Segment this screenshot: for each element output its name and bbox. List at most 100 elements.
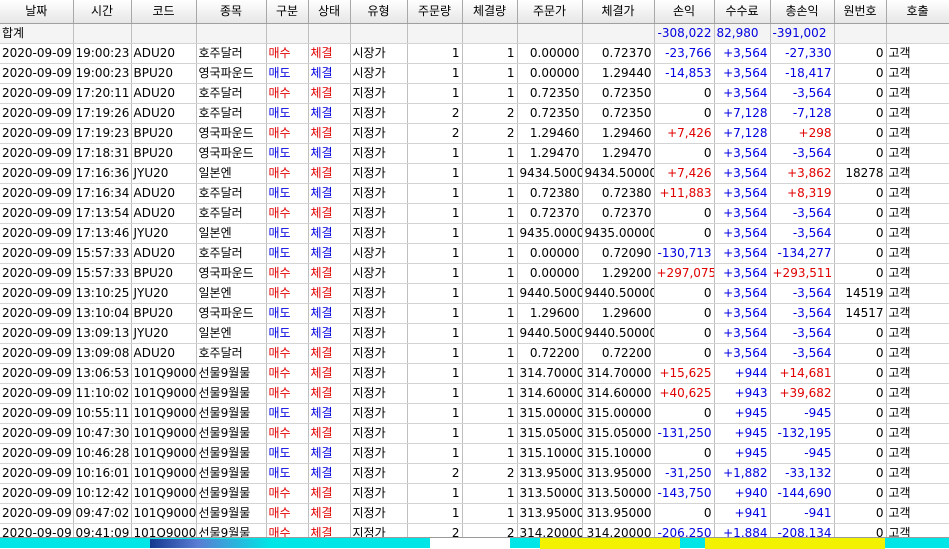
cell-order-price: 9435.00000 [517, 223, 583, 244]
col-item-header[interactable]: 종목 [196, 0, 267, 24]
col-type-header[interactable]: 유형 [350, 0, 408, 24]
cell-type: 지정가 [350, 303, 408, 324]
cell-date: 2020-09-09 [0, 343, 74, 364]
cell-pnl: +7,426 [654, 163, 715, 184]
table-row[interactable]: 2020-09-09 13:06:53 101Q9000 선물9월물 매수 체결 지정가 1 1… [0, 363, 949, 384]
cell-time: 17:13:54 [73, 203, 132, 224]
col-date-header[interactable]: 날짜 [0, 0, 74, 24]
cell-total-pnl: +39,682 [770, 383, 835, 404]
cell-pnl: -14,853 [654, 63, 715, 84]
cell-status: 체결 [308, 183, 351, 204]
summary-total: -391,002 [770, 23, 835, 44]
col-order-price-header[interactable]: 주문가 [517, 0, 583, 24]
table-row[interactable]: 2020-09-09 17:13:46 JYU20 일본엔 매도 체결 지정가 1 1 9435.… [0, 223, 949, 244]
cell-type: 지정가 [350, 163, 408, 184]
cell-status: 체결 [308, 383, 351, 404]
col-order-qty-header[interactable]: 주문량 [407, 0, 463, 24]
col-fee-header[interactable]: 수수료 [714, 0, 771, 24]
table-row[interactable]: 2020-09-09 10:47:30 101Q9000 선물9월물 매수 체결 지정가 1 1… [0, 423, 949, 444]
table-row[interactable]: 2020-09-09 15:57:33 BPU20 영국파운드 매수 체결 시장가 1 1 0.0… [0, 263, 949, 284]
cell-code: JYU20 [131, 283, 197, 304]
table-row[interactable]: 2020-09-09 17:16:34 ADU20 호주달러 매도 체결 지정가 1 1 0.72… [0, 183, 949, 204]
table-row[interactable]: 2020-09-09 13:10:25 JYU20 일본엔 매수 체결 지정가 1 1 9440.… [0, 283, 949, 304]
table-row[interactable]: 2020-09-09 13:09:08 ADU20 호주달러 매수 체결 지정가 1 1 0.72… [0, 343, 949, 364]
cell-item: 선물9월물 [196, 383, 267, 404]
cell-order-price: 313.50000 [517, 483, 583, 504]
cell-time: 17:18:31 [73, 143, 132, 164]
table-row[interactable]: 2020-09-09 17:20:11 ADU20 호주달러 매수 체결 지정가 1 1 0.72… [0, 83, 949, 104]
table-row[interactable]: 2020-09-09 13:09:13 JYU20 일본엔 매도 체결 지정가 1 1 9440.… [0, 323, 949, 344]
cell-order-price: 0.00000 [517, 263, 583, 284]
cell-fill-qty: 1 [462, 63, 518, 84]
cell-total-pnl: +293,511 [770, 263, 835, 284]
cell-status: 체결 [308, 223, 351, 244]
col-side-header[interactable]: 구분 [266, 0, 309, 24]
col-call-header[interactable]: 호출 [886, 0, 949, 24]
table-row[interactable]: 2020-09-09 10:12:42 101Q9000 선물9월물 매수 체결 지정가 1 1… [0, 483, 949, 504]
table-row[interactable]: 2020-09-09 11:10:02 101Q9000 선물9월물 매수 체결 지정가 1 1… [0, 383, 949, 404]
cell-fill-price: 1.29470 [582, 143, 655, 164]
cell-orig-no: 0 [834, 463, 887, 484]
col-fill-price-header[interactable]: 체결가 [582, 0, 655, 24]
cell-date: 2020-09-09 [0, 143, 74, 164]
cell-order-price: 315.05000 [517, 423, 583, 444]
cell-order-price: 314.60000 [517, 383, 583, 404]
table-row[interactable]: 2020-09-09 09:47:02 101Q9000 선물9월물 매수 체결 지정가 1 1… [0, 503, 949, 524]
table-row[interactable]: 2020-09-09 17:19:26 ADU20 호주달러 매도 체결 지정가 2 2 0.72… [0, 103, 949, 124]
cell-order-qty: 1 [407, 43, 463, 64]
cell-fill-qty: 1 [462, 383, 518, 404]
cell-orig-no: 18278 [834, 163, 887, 184]
table-row[interactable]: 2020-09-09 17:19:23 BPU20 영국파운드 매수 체결 지정가 2 2 1.2… [0, 123, 949, 144]
cell-type: 지정가 [350, 403, 408, 424]
table-row[interactable]: 2020-09-09 17:18:31 BPU20 영국파운드 매도 체결 지정가 1 1 1.2… [0, 143, 949, 164]
table-row[interactable]: 2020-09-09 19:00:23 ADU20 호주달러 매수 체결 시장가 1 1 0.00… [0, 43, 949, 64]
cell-side: 매수 [266, 123, 309, 144]
cell-orig-no: 0 [834, 203, 887, 224]
col-total-pnl-header[interactable]: 총손익 [770, 0, 835, 24]
table-row[interactable]: 2020-09-09 15:57:33 ADU20 호주달러 매도 체결 시장가 1 1 0.00… [0, 243, 949, 264]
cell-item: 일본엔 [196, 223, 267, 244]
cell-order-price: 0.72380 [517, 183, 583, 204]
table-row[interactable]: 2020-09-09 10:55:11 101Q9000 선물9월물 매도 체결 지정가 1 1… [0, 403, 949, 424]
cell-time: 17:19:26 [73, 103, 132, 124]
col-fill-qty-header[interactable]: 체결량 [462, 0, 518, 24]
cell-call: 고객 [886, 103, 949, 124]
cell-order-qty: 1 [407, 263, 463, 284]
cell-type: 지정가 [350, 503, 408, 524]
cell-orig-no: 0 [834, 323, 887, 344]
cell-date: 2020-09-09 [0, 503, 74, 524]
cell-call: 고객 [886, 503, 949, 524]
table-row[interactable]: 2020-09-09 17:13:54 ADU20 호주달러 매수 체결 지정가 1 1 0.72… [0, 203, 949, 224]
cell-side: 매도 [266, 183, 309, 204]
cell-time: 13:09:13 [73, 323, 132, 344]
cell-code: ADU20 [131, 83, 197, 104]
table-row[interactable]: 2020-09-09 13:10:04 BPU20 영국파운드 매도 체결 지정가 1 1 1.2… [0, 303, 949, 324]
table-row[interactable]: 2020-09-09 17:16:36 JYU20 일본엔 매수 체결 지정가 1 1 9434.… [0, 163, 949, 184]
cell-code: ADU20 [131, 43, 197, 64]
table-row[interactable]: 2020-09-09 10:16:01 101Q9000 선물9월물 매도 체결 지정가 2 2… [0, 463, 949, 484]
cell-time: 17:19:23 [73, 123, 132, 144]
col-code-header[interactable]: 코드 [131, 0, 197, 24]
cell-status: 체결 [308, 43, 351, 64]
cell-item: 영국파운드 [196, 263, 267, 284]
col-pnl-header[interactable]: 손익 [654, 0, 715, 24]
cell-status: 체결 [308, 83, 351, 104]
cell-fill-price: 1.29200 [582, 263, 655, 284]
cell-total-pnl: -3,564 [770, 143, 835, 164]
col-status-header[interactable]: 상태 [308, 0, 351, 24]
col-time-header[interactable]: 시간 [73, 0, 132, 24]
table-row[interactable]: 2020-09-09 19:00:23 BPU20 영국파운드 매도 체결 시장가 1 1 0.0… [0, 63, 949, 84]
cell-status: 체결 [308, 463, 351, 484]
cell-order-qty: 1 [407, 283, 463, 304]
cell-fill-price: 315.05000 [582, 423, 655, 444]
cell-fill-qty: 1 [462, 143, 518, 164]
cell-date: 2020-09-09 [0, 83, 74, 104]
cell-orig-no: 0 [834, 63, 887, 84]
cell-order-price: 0.00000 [517, 63, 583, 84]
cell-orig-no: 0 [834, 143, 887, 164]
table-row[interactable]: 2020-09-09 10:46:28 101Q9000 선물9월물 매도 체결 지정가 1 1… [0, 443, 949, 464]
cell-code: JYU20 [131, 223, 197, 244]
cell-status: 체결 [308, 423, 351, 444]
col-orig-no-header[interactable]: 원번호 [834, 0, 887, 24]
cell-code: BPU20 [131, 263, 197, 284]
